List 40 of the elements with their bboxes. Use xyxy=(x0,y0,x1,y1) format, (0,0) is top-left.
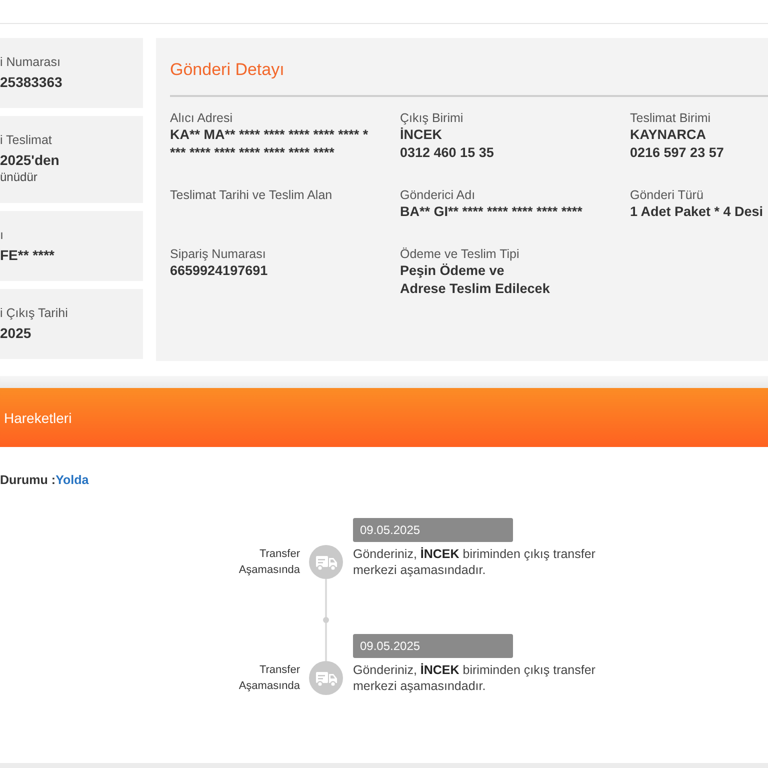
field-label: Gönderici Adı xyxy=(400,187,476,203)
field-value: Peşin Ödeme ve xyxy=(400,262,506,280)
field-value: Adrese Teslim Edilecek xyxy=(400,280,551,298)
field-label: Ödeme ve Teslim Tipi xyxy=(400,246,520,262)
field-label: Teslimat Tarihi ve Teslim Alan xyxy=(170,187,334,203)
card-label: i Teslimat xyxy=(0,132,53,148)
panel-title: Gönderi Detayı xyxy=(170,59,286,81)
status-label: Durumu : xyxy=(0,472,56,489)
card-label: ı xyxy=(0,227,4,243)
field-value: 0216 597 23 57 xyxy=(630,144,725,162)
field-label: Sipariş Numarası xyxy=(170,246,267,262)
card-note: ünüdür xyxy=(0,169,38,186)
event-stage: Transfer Aşamasında xyxy=(238,547,300,578)
truck-icon xyxy=(309,661,343,695)
field-label: Teslimat Birimi xyxy=(630,110,712,126)
event-date: 09.05.2025 xyxy=(353,634,513,658)
card-value: 2025'den xyxy=(0,151,60,169)
card-value: FE** **** xyxy=(0,246,56,264)
field-value: KA** MA** **** **** **** **** **** * xyxy=(170,126,370,144)
field-value: *** **** **** **** **** **** **** xyxy=(170,144,336,162)
card-value: 25383363 xyxy=(0,73,64,91)
event-description: Gönderiniz, İNCEK biriminden çıkış transfer merkezi aşamasındadır. xyxy=(353,662,596,694)
card-label: i Numarası xyxy=(0,54,62,70)
field-label: Gönderi Türü xyxy=(630,187,704,203)
truck-icon xyxy=(309,545,343,579)
card-value: 2025 xyxy=(0,324,32,342)
field-value: BA** GI** **** **** **** **** **** xyxy=(400,203,584,221)
field-label: Çıkış Birimi xyxy=(400,110,464,126)
status-value: Yolda xyxy=(56,472,89,489)
field-value: KAYNARCA xyxy=(630,126,708,144)
field-value: 6659924197691 xyxy=(170,262,269,280)
event-stage: Transfer Aşamasında xyxy=(238,663,300,694)
event-description: Gönderiniz, İNCEK biriminden çıkış transfer merkezi aşamasındadır. xyxy=(353,546,596,578)
field-value: 0312 460 15 35 xyxy=(400,144,495,162)
banner-title: Hareketleri xyxy=(4,410,72,426)
field-label: Alıcı Adresi xyxy=(170,110,234,126)
card-label: i Çıkış Tarihi xyxy=(0,305,69,321)
field-value: 1 Adet Paket * 4 Desi xyxy=(630,203,764,221)
field-value: İNCEK xyxy=(400,126,444,144)
event-date: 09.05.2025 xyxy=(353,518,513,542)
